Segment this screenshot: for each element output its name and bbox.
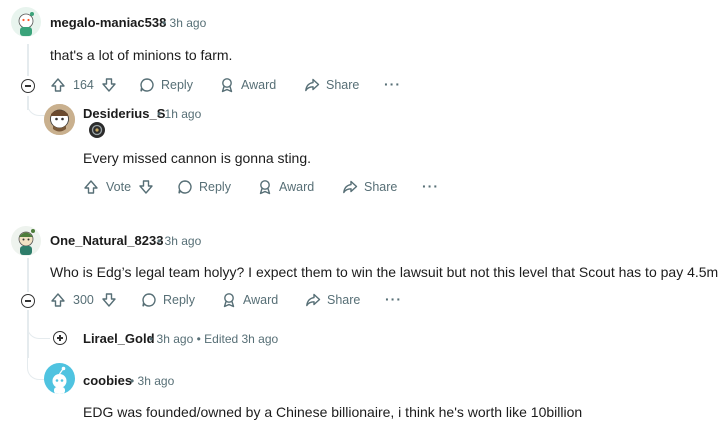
award-icon: [259, 180, 271, 195]
separator: •: [157, 107, 162, 121]
avatar[interactable]: [11, 7, 41, 37]
upvote-icon[interactable]: [50, 77, 66, 93]
avatar[interactable]: [44, 104, 75, 135]
reply-label: Reply: [163, 293, 195, 307]
award-button[interactable]: Award: [221, 292, 278, 308]
award-button[interactable]: Award: [257, 179, 314, 195]
award-label: Award: [241, 78, 277, 92]
award-button[interactable]: Award: [219, 77, 276, 93]
comment-time[interactable]: 1h ago: [165, 107, 202, 121]
award-icon: [223, 293, 235, 308]
comment-username[interactable]: Lirael_Gold: [83, 331, 155, 346]
upvote-icon[interactable]: [50, 292, 66, 308]
reply-button[interactable]: Reply: [139, 77, 193, 93]
edited-label: Edited 3h ago: [204, 332, 279, 346]
avatar[interactable]: [44, 363, 75, 394]
more-options-button[interactable]: ···: [384, 76, 401, 92]
more-options-button[interactable]: ···: [385, 291, 402, 307]
comment-username[interactable]: coobies: [83, 373, 132, 388]
separator: •: [130, 374, 135, 388]
more-options-button[interactable]: ···: [422, 178, 439, 194]
collapse-button[interactable]: [21, 79, 35, 93]
comment-meta: • 3h ago: [130, 374, 174, 388]
award-icon: [221, 78, 233, 93]
thread-line: [27, 44, 29, 76]
reply-button[interactable]: Reply: [177, 179, 231, 195]
comment-body: Who is Edg’s legal team holyy? I expect …: [50, 264, 719, 280]
share-button[interactable]: Share: [304, 77, 359, 93]
comment-bubble-icon: [142, 293, 156, 307]
separator: •: [149, 332, 154, 346]
user-flair-icon: [89, 122, 105, 138]
vote-control: 164: [50, 77, 117, 93]
award-label: Award: [279, 180, 315, 194]
comment-time[interactable]: 3h ago: [170, 16, 207, 30]
vote-count: 300: [73, 293, 94, 307]
comment-username[interactable]: megalo-maniac538: [50, 15, 166, 30]
vote-label: Vote: [106, 180, 132, 194]
avatar[interactable]: [11, 226, 41, 256]
separator: •: [162, 16, 167, 30]
award-label: Award: [243, 293, 279, 307]
share-button[interactable]: Share: [342, 179, 397, 195]
share-label: Share: [364, 180, 398, 194]
comment-username[interactable]: Desiderius_S: [83, 106, 165, 121]
thread-branch: [27, 355, 45, 380]
upvote-icon[interactable]: [83, 179, 99, 195]
downvote-icon[interactable]: [101, 292, 117, 308]
share-label: Share: [326, 78, 360, 92]
thread-branch: [27, 318, 50, 339]
reply-label: Reply: [161, 78, 193, 92]
thread-branch: [27, 98, 45, 116]
reply-label: Reply: [199, 180, 231, 194]
comment-time[interactable]: 3h ago: [165, 234, 202, 248]
comment-bubble-icon: [178, 180, 192, 194]
comment-meta: • 3h ago: [162, 16, 206, 30]
comment-body: EDG was founded/owned by a Chinese billi…: [83, 404, 583, 420]
collapse-button[interactable]: [21, 294, 35, 308]
comment-username[interactable]: One_Natural_8233: [50, 233, 163, 248]
vote-control: 300: [50, 292, 117, 308]
vote-count: 164: [73, 78, 94, 92]
share-button[interactable]: Share: [305, 292, 360, 308]
share-label: Share: [327, 293, 361, 307]
comment-meta: • 3h ago: [157, 234, 201, 248]
comment-meta: • 1h ago: [157, 107, 201, 121]
comment-bubble-icon: [140, 78, 154, 92]
comment-body: that's a lot of minions to farm.: [50, 47, 233, 63]
share-icon: [306, 293, 321, 307]
downvote-icon[interactable]: [101, 77, 117, 93]
comment-meta: • 3h ago • Edited 3h ago: [149, 332, 278, 346]
comment-body: Every missed cannon is gonna sting.: [83, 150, 312, 166]
thread-line: [27, 258, 29, 292]
reply-button[interactable]: Reply: [141, 292, 195, 308]
comment-time[interactable]: 3h ago: [138, 374, 175, 388]
expand-button[interactable]: [53, 331, 67, 345]
separator: •: [157, 234, 162, 248]
downvote-icon[interactable]: [138, 179, 154, 195]
share-icon: [343, 180, 358, 194]
comment-time[interactable]: 3h ago: [157, 332, 194, 346]
vote-control: Vote: [83, 179, 154, 195]
separator: •: [196, 332, 201, 346]
share-icon: [305, 78, 320, 92]
